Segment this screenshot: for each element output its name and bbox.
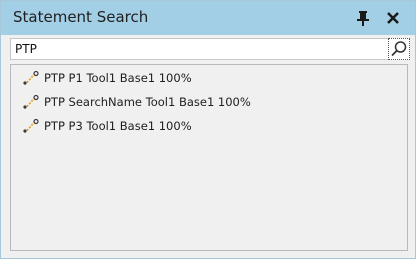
search-row [10,38,410,60]
search-icon [391,41,407,57]
close-button[interactable] [383,8,403,28]
ptp-motion-icon [22,118,40,134]
panel-title: Statement Search [13,8,149,26]
title-bar: Statement Search [1,1,415,35]
result-label: PTP P3 Tool1 Base1 100% [44,119,192,133]
ptp-motion-icon [22,70,40,86]
search-button[interactable] [388,38,410,60]
ptp-motion-icon [22,94,40,110]
pin-button[interactable] [353,8,373,28]
close-icon [387,12,399,24]
statement-search-panel: Statement Search PTP PTP P1 Tool1 Base1 … [0,0,416,259]
results-list: PTP P1 Tool1 Base1 100% PTP SearchName T… [10,64,408,251]
result-label: PTP P1 Tool1 Base1 100% [44,71,192,85]
list-item[interactable]: PTP SearchName Tool1 Base1 100% [22,92,251,112]
list-item[interactable]: PTP P1 Tool1 Base1 100% [22,68,192,88]
search-input[interactable] [10,38,393,60]
pin-icon [357,11,369,26]
list-item[interactable]: PTP P3 Tool1 Base1 100% [22,116,192,136]
result-label: PTP SearchName Tool1 Base1 100% [44,95,251,109]
